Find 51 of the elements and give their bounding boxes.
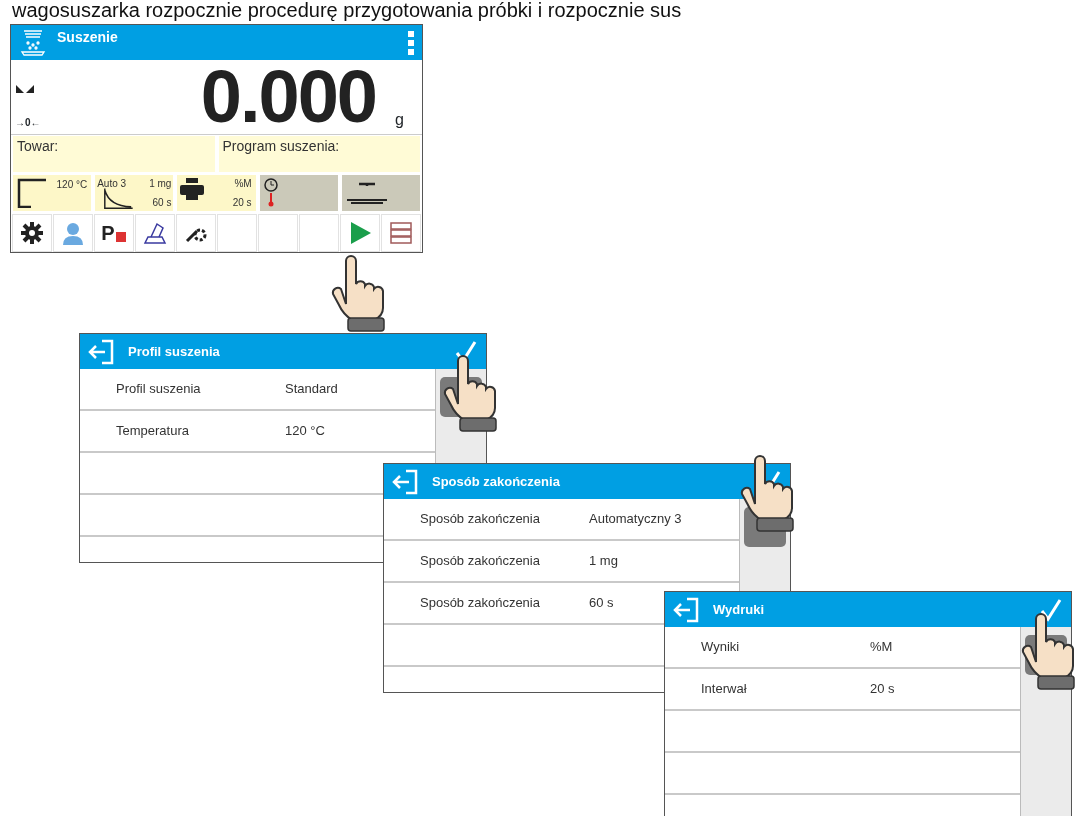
check-icon[interactable] bbox=[1039, 597, 1063, 622]
menu-icon[interactable] bbox=[408, 30, 414, 55]
row-label: Wyniki bbox=[700, 638, 741, 657]
weight-unit: g bbox=[395, 110, 404, 130]
tile-text: 60 s bbox=[152, 196, 172, 210]
row-value: Standard bbox=[285, 380, 338, 399]
row-label: Interwał bbox=[700, 680, 748, 699]
row-label: Profil suszenia bbox=[115, 380, 202, 399]
info-field: Towar: bbox=[13, 136, 215, 172]
stability-icon bbox=[16, 85, 34, 93]
tile-text: 1 mg bbox=[149, 177, 172, 191]
settings-button[interactable] bbox=[12, 214, 52, 252]
row-label: Temperatura bbox=[115, 422, 190, 441]
tile-text: %M bbox=[234, 177, 252, 191]
status-tile[interactable] bbox=[341, 175, 420, 211]
caption-text: wagosuszarka rozpocznie procedurę przygotowania próbki i rozpocznie sus bbox=[12, 0, 682, 20]
database-icon bbox=[389, 221, 413, 245]
status-tile[interactable]: Auto 3 1 mg 60 s bbox=[95, 175, 174, 211]
play-icon bbox=[348, 221, 372, 245]
status-tile[interactable] bbox=[259, 175, 338, 211]
user-icon bbox=[61, 221, 85, 245]
stamp-button[interactable]: P bbox=[94, 214, 134, 252]
tile-text: 20 s bbox=[232, 196, 252, 210]
status-tile[interactable]: %M 20 s bbox=[177, 175, 256, 211]
tools-button[interactable] bbox=[176, 214, 216, 252]
row-value: %M bbox=[870, 638, 893, 657]
row-value: 60 s bbox=[589, 594, 614, 613]
screen-title: Suszenie bbox=[57, 28, 118, 47]
status-tile[interactable]: 120 °C bbox=[13, 175, 92, 211]
info-field: Program suszenia: bbox=[218, 136, 420, 172]
printer-icon bbox=[180, 178, 205, 200]
row-value: 120 °C bbox=[285, 422, 325, 441]
row-label: Sposób zakończenia bbox=[419, 510, 541, 529]
dryer-icon bbox=[19, 27, 47, 58]
row-value: 20 s bbox=[870, 680, 895, 699]
scale-button[interactable] bbox=[135, 214, 175, 252]
dialog-title: Sposób zakończenia bbox=[432, 472, 561, 491]
scale-icon bbox=[143, 221, 167, 245]
settings-icon bbox=[20, 221, 44, 245]
row-label: Sposób zakończenia bbox=[419, 594, 541, 613]
step-line-icon bbox=[16, 178, 46, 208]
weight-reading: 0.000 bbox=[200, 58, 376, 136]
row-value: Automatyczny 3 bbox=[589, 510, 682, 529]
tile-text: 120 °C bbox=[56, 178, 88, 192]
dialog-title: Profil suszenia bbox=[128, 342, 221, 361]
row-label: Sposób zakończenia bbox=[419, 552, 541, 571]
timer-thermometer-icon bbox=[262, 178, 279, 208]
tile-text: Auto 3 bbox=[97, 177, 127, 191]
database-button[interactable] bbox=[381, 214, 421, 252]
zero-indicator: →0← bbox=[15, 116, 41, 130]
row-value: 1 mg bbox=[589, 552, 618, 571]
